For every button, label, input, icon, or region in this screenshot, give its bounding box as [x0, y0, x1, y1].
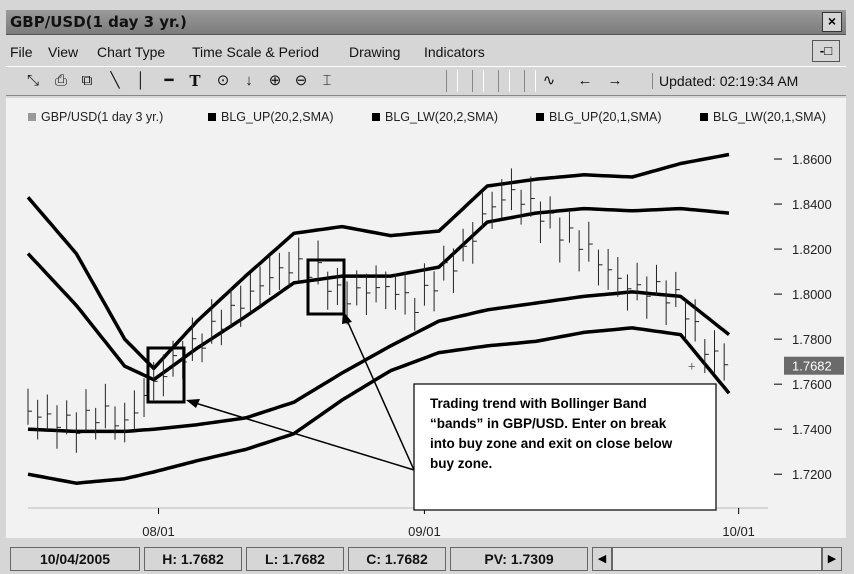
toolbar-separator	[524, 70, 536, 92]
legend-swatch	[28, 113, 36, 121]
annotation-line: into buy zone and exit on close below	[430, 436, 673, 451]
line-tool-icon[interactable]: ⤡	[22, 71, 44, 91]
circle-tool-icon[interactable]: ⊙	[212, 71, 234, 91]
legend-label: BLG_LW(20,2,SMA)	[385, 110, 498, 124]
zoom-in-icon[interactable]: ⊕	[264, 71, 286, 91]
toolbar-separator	[472, 70, 484, 92]
print-icon[interactable]: ⎙	[50, 71, 72, 91]
annotation-arrow	[191, 401, 415, 471]
annotation-line: buy zone.	[430, 456, 492, 471]
band-line	[26, 152, 730, 371]
y-tick-label: 1.8600	[792, 152, 832, 167]
trend-line-icon[interactable]: ╲	[104, 71, 126, 91]
status-close: C: 1.7682	[348, 547, 446, 571]
x-tick-label: 09/01	[408, 524, 441, 538]
menu-file[interactable]: File	[10, 44, 33, 60]
restore-button[interactable]: -□	[812, 40, 840, 62]
wave-icon[interactable]: ∿	[538, 71, 560, 91]
menu-view[interactable]: View	[48, 44, 78, 60]
zoom-out-icon[interactable]: ⊖	[290, 71, 312, 91]
legend-label: BLG_UP(20,2,SMA)	[221, 110, 334, 124]
text-tool-icon[interactable]: T	[184, 71, 206, 91]
chart-area[interactable]: GBP/USD(1 day 3 yr.) BLG_UP(20,2,SMA) BLG_…	[6, 98, 846, 539]
arrow-head	[186, 399, 200, 408]
legend-swatch	[700, 113, 708, 121]
x-tick-label: 08/01	[142, 524, 175, 538]
status-pv: PV: 1.7309	[450, 547, 588, 571]
scroll-right-button[interactable]: ▶	[822, 547, 842, 571]
fit-icon[interactable]: ⌶	[316, 71, 338, 91]
y-tick-label: 1.7800	[792, 332, 832, 347]
menu-time-scale[interactable]: Time Scale & Period	[192, 44, 319, 60]
toolbar: ⤡ ⎙ ⧉ ╲ │ ━ T ⊙ ↓ ⊕ ⊖ ⌶ ∿ ← → Updated: 0…	[6, 66, 846, 96]
last-value-label: 1.7682	[792, 359, 832, 374]
arrow-left-icon[interactable]: ←	[574, 71, 596, 91]
legend-swatch	[208, 113, 216, 121]
y-tick-label: 1.7400	[792, 422, 832, 437]
legend-label: GBP/USD(1 day 3 yr.)	[41, 110, 163, 124]
toolbar-separator	[498, 70, 510, 92]
copy-icon[interactable]: ⧉	[76, 71, 98, 91]
scroll-left-button[interactable]: ◀	[592, 547, 612, 571]
menu-indicators[interactable]: Indicators	[424, 44, 485, 60]
window-title: GBP/USD(1 day 3 yr.)	[10, 13, 187, 31]
menu-drawing[interactable]: Drawing	[349, 44, 400, 60]
legend-label: BLG_LW(20,1,SMA)	[713, 110, 826, 124]
x-tick-label: 10/01	[722, 524, 755, 538]
buy-zone-box	[306, 258, 346, 316]
updated-time: Updated: 02:19:34 AM	[652, 73, 798, 89]
y-tick-label: 1.7200	[792, 467, 832, 482]
y-tick-label: 1.8400	[792, 197, 832, 212]
chart-svg: GBP/USD(1 day 3 yr.) BLG_UP(20,2,SMA) BLG_…	[26, 110, 844, 539]
status-high: H: 1.7682	[144, 547, 242, 571]
horizontal-scrollbar[interactable]	[612, 547, 822, 571]
legend-label: BLG_UP(20,1,SMA)	[549, 110, 662, 124]
close-button[interactable]: ×	[822, 12, 842, 32]
menu-chart-type[interactable]: Chart Type	[97, 44, 165, 60]
status-date: 10/04/2005	[10, 547, 140, 571]
y-tick-label: 1.8200	[792, 242, 832, 257]
app-window: GBP/USD(1 day 3 yr.) × File View Chart T…	[0, 0, 854, 574]
legend-swatch	[536, 113, 544, 121]
menu-bar: File View Chart Type Time Scale & Period…	[6, 38, 846, 66]
vertical-line-icon[interactable]: │	[130, 71, 152, 91]
arrow-right-icon[interactable]: →	[604, 71, 626, 91]
y-tick-label: 1.8000	[792, 287, 832, 302]
last-bar-marker: +	[688, 359, 696, 374]
y-tick-label: 1.7600	[792, 377, 832, 392]
toolbar-separator	[446, 70, 458, 92]
title-bar: GBP/USD(1 day 3 yr.) ×	[6, 10, 846, 35]
annotation-line: Trading trend with Bollinger Band	[430, 396, 647, 411]
legend-swatch	[372, 113, 380, 121]
arrow-down-icon[interactable]: ↓	[238, 71, 260, 91]
status-bar: 10/04/2005 H: 1.7682 L: 1.7682 C: 1.7682…	[6, 544, 846, 572]
status-low: L: 1.7682	[246, 547, 344, 571]
annotation-line: “bands” in GBP/USD. Enter on break	[430, 416, 667, 431]
horizontal-line-icon[interactable]: ━	[158, 71, 180, 91]
